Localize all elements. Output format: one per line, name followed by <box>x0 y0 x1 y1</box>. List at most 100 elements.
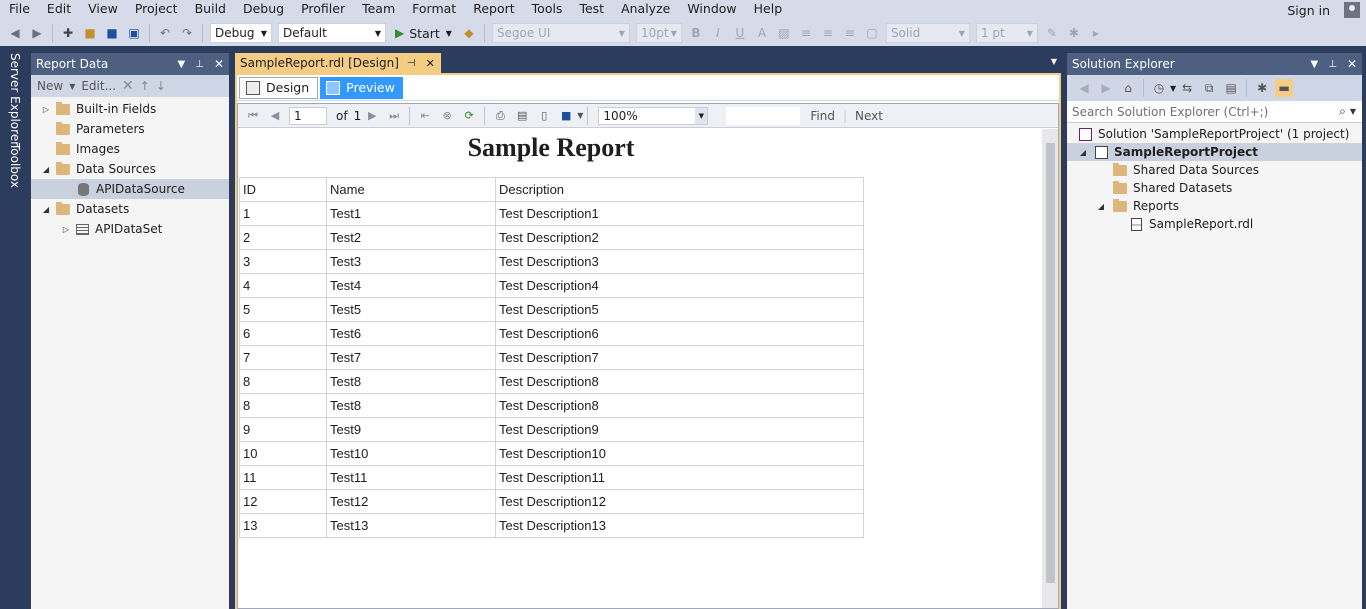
expand-icon[interactable]: ▷ <box>60 225 72 234</box>
history-icon[interactable]: ◷ <box>1150 79 1168 97</box>
tree-item[interactable]: ◢ Data Sources <box>31 159 229 179</box>
start-button[interactable]: ▶ Start ▼ <box>395 26 452 41</box>
expand-icon[interactable]: ▷ <box>40 105 52 114</box>
solution-search-input[interactable]: Search Solution Explorer (Ctrl+;) ⌕ ▼ <box>1067 101 1362 123</box>
export-icon[interactable]: ■ <box>558 108 574 124</box>
tree-item[interactable]: APIDataSource <box>31 179 229 199</box>
forward-icon[interactable]: ▶ <box>29 25 45 41</box>
pin-icon[interactable]: ⊥ <box>195 59 204 70</box>
collapse-icon[interactable]: ◢ <box>40 205 52 214</box>
document-tab[interactable]: SampleReport.rdl [Design] ⊣ ✕ <box>235 53 441 73</box>
menu-edit[interactable]: Edit <box>38 0 79 20</box>
move-down-icon[interactable]: ↓ <box>156 79 166 93</box>
tree-item[interactable]: ▷ Built-in Fields <box>31 99 229 119</box>
close-icon[interactable]: ✕ <box>426 57 435 70</box>
tab-preview[interactable]: Preview <box>320 76 403 99</box>
save-icon[interactable]: ■ <box>104 25 120 41</box>
forward-icon[interactable]: ▶ <box>1097 79 1115 97</box>
menu-profiler[interactable]: Profiler <box>292 0 353 20</box>
underline-icon[interactable]: U <box>732 25 748 41</box>
close-icon[interactable]: ✕ <box>214 57 224 71</box>
page-number-input[interactable]: 1 <box>289 106 327 125</box>
preview-selected-icon[interactable]: ▬ <box>1275 79 1294 97</box>
next-page-icon[interactable]: ▶ <box>364 108 380 124</box>
font-size-dropdown[interactable]: 10pt ▼ <box>635 23 682 43</box>
back-icon[interactable]: ◀ <box>7 25 23 41</box>
stop-icon[interactable]: ⊗ <box>439 108 455 124</box>
tree-item[interactable]: ◢ Datasets <box>31 199 229 219</box>
more-icon[interactable]: ▸ <box>1088 25 1104 41</box>
font-color-icon[interactable]: A <box>754 25 770 41</box>
toolbox-tab[interactable]: Toolbox <box>8 143 22 188</box>
background-color-icon[interactable]: ▨ <box>776 25 792 41</box>
sync-icon[interactable]: ⇆ <box>1178 79 1196 97</box>
previous-page-icon[interactable]: ◀ <box>267 108 283 124</box>
menu-view[interactable]: View <box>79 0 126 20</box>
solution-tree-item[interactable]: Shared Datasets <box>1067 179 1362 197</box>
menu-analyze[interactable]: Analyze <box>612 0 678 20</box>
open-folder-icon[interactable]: ■ <box>82 25 98 41</box>
border-width-dropdown[interactable]: 1 pt ▼ <box>975 23 1038 43</box>
menu-help[interactable]: Help <box>745 0 791 20</box>
next-button[interactable]: Next <box>855 109 883 123</box>
border-color-icon[interactable]: ✎ <box>1044 25 1060 41</box>
show-all-files-icon[interactable]: ▤ <box>1222 79 1240 97</box>
page-setup-icon[interactable]: ▯ <box>536 108 552 124</box>
new-project-icon[interactable]: ✚ <box>60 25 76 41</box>
collapse-icon[interactable]: ◢ <box>1095 202 1107 211</box>
bold-icon[interactable]: B <box>688 25 704 41</box>
font-family-dropdown[interactable]: Segoe UI ▼ <box>491 23 630 43</box>
home-icon[interactable]: ⌂ <box>1119 79 1137 97</box>
solution-tree-item[interactable]: SampleReport.rdl <box>1067 215 1362 233</box>
solution-platform-dropdown[interactable]: Default ▼ <box>278 23 386 43</box>
back-icon[interactable]: ◀ <box>1075 79 1093 97</box>
italic-icon[interactable]: I <box>710 25 726 41</box>
close-icon[interactable]: ✕ <box>1347 57 1357 71</box>
move-up-icon[interactable]: ↑ <box>140 79 150 93</box>
last-page-icon[interactable]: ⏭ <box>386 108 402 124</box>
new-button[interactable]: New <box>37 79 63 93</box>
solution-tree-item[interactable]: ◢ SampleReportProject <box>1067 143 1362 161</box>
menu-debug[interactable]: Debug <box>234 0 292 20</box>
chevron-down-icon[interactable]: ▼ <box>1350 107 1356 116</box>
menu-report[interactable]: Report <box>464 0 522 20</box>
chevron-down-icon[interactable]: ▼ <box>1170 84 1176 93</box>
delete-icon[interactable]: ✕ <box>122 78 134 94</box>
chevron-down-icon[interactable]: ▼ <box>1311 59 1319 70</box>
chevron-down-icon[interactable]: ▼ <box>577 111 583 120</box>
properties-icon[interactable]: ✱ <box>1253 79 1271 97</box>
account-icon[interactable] <box>1344 2 1360 18</box>
chevron-down-icon[interactable]: ▼ <box>178 59 186 70</box>
solution-config-dropdown[interactable]: Debug ▼ <box>210 23 272 43</box>
attach-icon[interactable]: ◆ <box>461 25 477 41</box>
back-icon[interactable]: ⇤ <box>417 108 433 124</box>
tab-design[interactable]: Design <box>239 76 319 99</box>
tree-item[interactable]: Parameters <box>31 119 229 139</box>
solution-tree-item[interactable]: Shared Data Sources <box>1067 161 1362 179</box>
zoom-dropdown[interactable]: 100% ▼ <box>598 106 709 125</box>
solution-tree-item[interactable]: ◢ Reports <box>1067 197 1362 215</box>
pin-icon[interactable]: ⊥ <box>1328 59 1337 70</box>
redo-icon[interactable]: ↷ <box>179 25 195 41</box>
collapse-icon[interactable]: ◢ <box>40 165 52 174</box>
save-all-icon[interactable]: ▣ <box>126 25 142 41</box>
menu-tools[interactable]: Tools <box>523 0 571 20</box>
menu-test[interactable]: Test <box>570 0 612 20</box>
align-left-icon[interactable]: ≡ <box>798 25 814 41</box>
print-icon[interactable]: ⎙ <box>492 108 508 124</box>
menu-team[interactable]: Team <box>353 0 403 20</box>
solution-tree-item[interactable]: Solution 'SampleReportProject' (1 projec… <box>1067 125 1362 143</box>
first-page-icon[interactable]: ⏮ <box>245 108 261 124</box>
edit-button[interactable]: Edit... <box>81 79 116 93</box>
print-layout-icon[interactable]: ▤ <box>514 108 530 124</box>
menu-file[interactable]: File <box>0 0 38 20</box>
scrollbar-thumb[interactable] <box>1046 143 1055 583</box>
menu-project[interactable]: Project <box>126 0 186 20</box>
refresh-icon[interactable]: ⟳ <box>461 108 477 124</box>
tree-item[interactable]: Images <box>31 139 229 159</box>
align-right-icon[interactable]: ≡ <box>842 25 858 41</box>
pin-icon[interactable]: ⊣ <box>407 58 416 69</box>
border-icon[interactable]: ▢ <box>864 25 880 41</box>
chevron-down-icon[interactable]: ▼ <box>1051 57 1057 66</box>
border-style-dropdown[interactable]: Solid ▼ <box>885 23 970 43</box>
